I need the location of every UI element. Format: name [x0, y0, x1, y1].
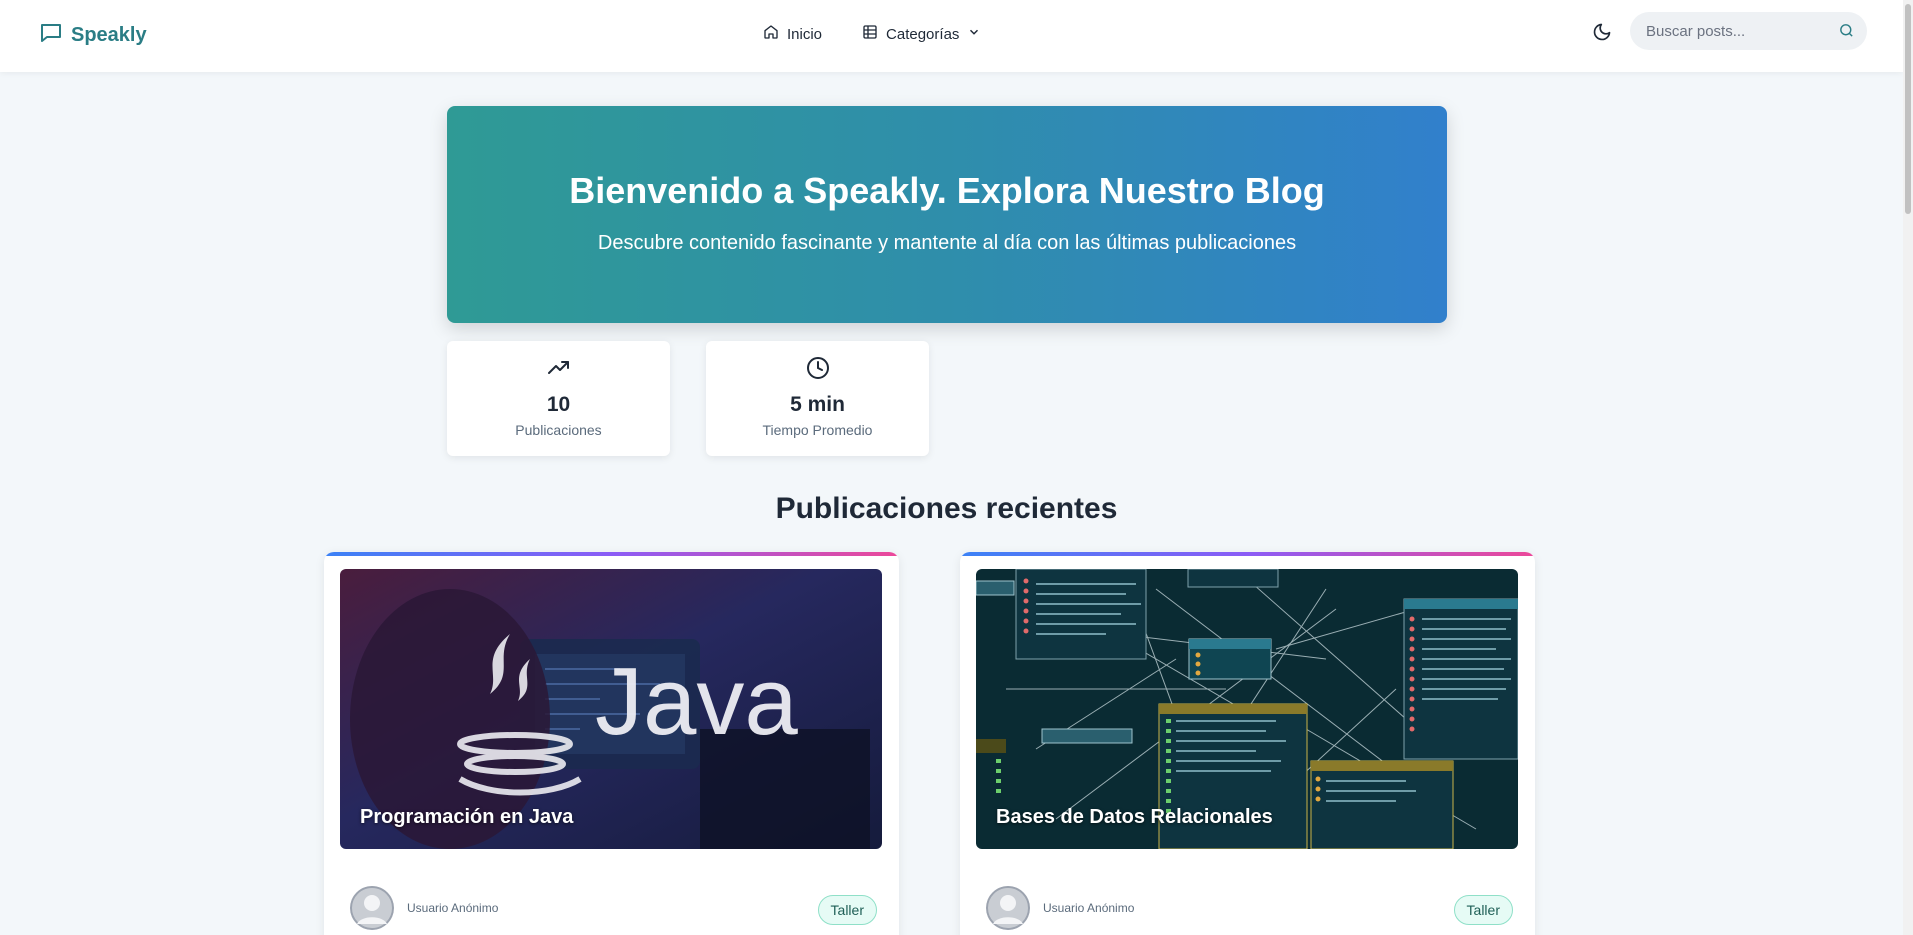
java-logo-text: Java [595, 648, 798, 755]
stat-label: Tiempo Promedio [762, 422, 873, 438]
card-accent-bar [324, 552, 899, 556]
search-input[interactable] [1646, 12, 1826, 50]
home-icon [763, 24, 779, 44]
post-card[interactable]: Java Programación en Java Usuario Anónim… [324, 552, 899, 935]
post-meta: Usuario Anónimo [350, 886, 498, 930]
moon-icon [1592, 23, 1612, 46]
post-title[interactable]: Bases de Datos Relacionales [996, 806, 1273, 829]
clock-icon [706, 356, 929, 380]
post-image: Java Programación en Java [340, 569, 882, 849]
card-accent-bar [960, 552, 1535, 556]
navbar: Speakly Inicio Categorías [0, 0, 1903, 72]
theme-toggle-button[interactable] [1592, 22, 1614, 44]
stat-label: Publicaciones [515, 422, 602, 438]
post-tag-badge[interactable]: Taller [817, 895, 877, 925]
stat-value: 5 min [790, 393, 845, 416]
nav-categories-label: Categorías [886, 25, 960, 43]
search-box [1630, 12, 1867, 50]
avatar [986, 886, 1030, 930]
nav-home-label: Inicio [787, 25, 823, 43]
brand-logo[interactable]: Speakly [39, 21, 147, 50]
main-nav: Inicio Categorías [763, 24, 981, 44]
page-scrollbar[interactable] [1903, 0, 1913, 935]
scrollbar-thumb[interactable] [1905, 4, 1911, 214]
nav-categories-dropdown[interactable]: Categorías [862, 24, 981, 44]
avatar [350, 886, 394, 930]
trending-up-icon [447, 356, 670, 380]
post-meta: Usuario Anónimo [986, 886, 1134, 930]
hero-subtitle: Descubre contenido fascinante y mantente… [597, 232, 1297, 254]
hero-title: Bienvenido a Speakly. Explora Nuestro Bl… [569, 170, 1325, 211]
search-icon[interactable] [1838, 22, 1855, 44]
nav-home[interactable]: Inicio [763, 24, 822, 44]
stat-card-avg-time: 5 min Tiempo Promedio [706, 341, 929, 456]
post-tag-badge[interactable]: Taller [1453, 895, 1513, 925]
post-image: Bases de Datos Relacionales [976, 569, 1518, 849]
post-author: Usuario Anónimo [1043, 901, 1135, 915]
stat-value: 10 [546, 393, 571, 416]
section-title: Publicaciones recientes [775, 492, 1118, 525]
brand-name: Speakly [71, 24, 147, 46]
stat-card-publications: 10 Publicaciones [447, 341, 670, 456]
chat-bubble-icon [39, 21, 63, 50]
post-card[interactable]: Bases de Datos Relacionales Usuario Anón… [960, 552, 1535, 935]
chevron-down-icon [967, 25, 981, 43]
post-author: Usuario Anónimo [407, 901, 499, 915]
grid-icon [862, 24, 878, 44]
post-title[interactable]: Programación en Java [360, 806, 573, 829]
hero-banner: Bienvenido a Speakly. Explora Nuestro Bl… [447, 106, 1447, 323]
